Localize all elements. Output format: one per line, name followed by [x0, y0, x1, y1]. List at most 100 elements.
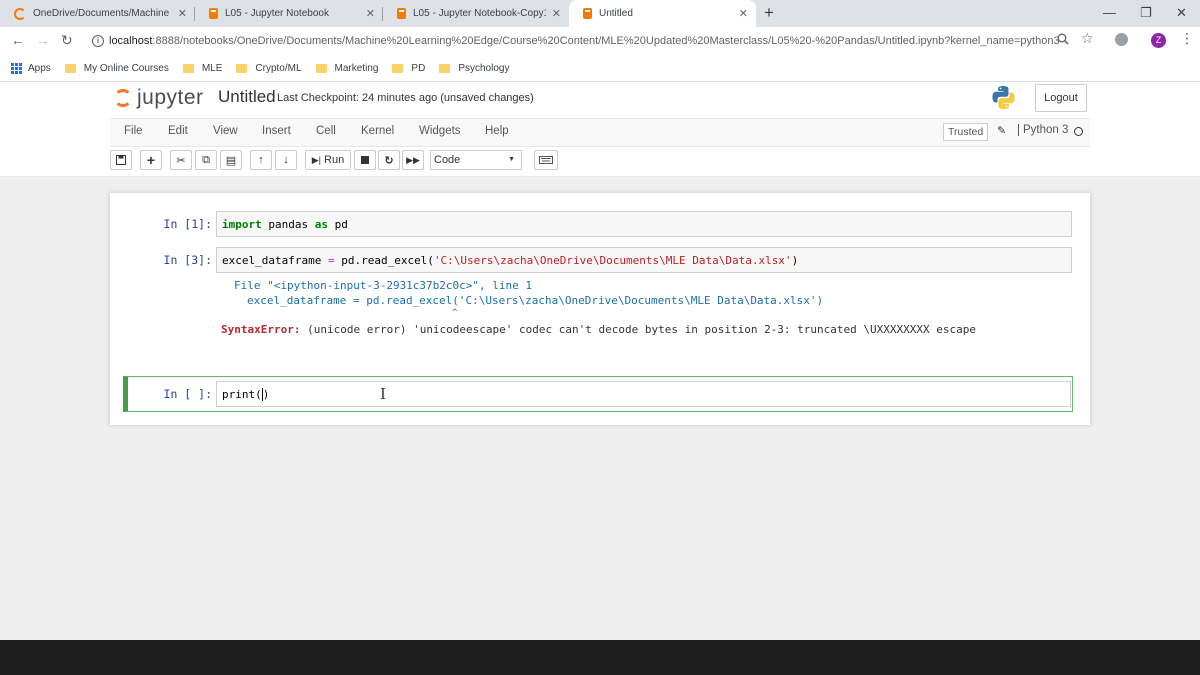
- code-token: print(: [222, 388, 262, 401]
- code-token: excel_dataframe: [222, 254, 328, 267]
- folder-icon: [315, 64, 327, 73]
- bookmark-star-icon[interactable]: ☆: [1081, 30, 1094, 47]
- cut-icon[interactable]: ✂: [170, 150, 192, 170]
- cell-type-select[interactable]: Code ▼: [430, 150, 522, 170]
- folder-icon: [236, 64, 248, 73]
- tab-close-icon[interactable]: ✕: [178, 7, 187, 20]
- extension-icon[interactable]: [1115, 33, 1128, 46]
- bookmark-folder[interactable]: My Online Courses: [64, 63, 169, 74]
- cell-prompt: In [3]:: [163, 253, 212, 267]
- folder-icon: [392, 64, 404, 73]
- bookmark-folder[interactable]: Marketing: [315, 63, 379, 74]
- kernel-idle-icon: [1074, 127, 1083, 136]
- menu-view[interactable]: View: [213, 125, 238, 137]
- bookmark-label: Marketing: [334, 63, 379, 74]
- code-cell-input[interactable]: import pandas as pd: [216, 211, 1072, 237]
- run-label: Run: [324, 154, 345, 166]
- notebook-icon: [209, 8, 218, 19]
- bookmark-folder[interactable]: MLE: [182, 63, 222, 74]
- browser-tab[interactable]: OneDrive/Documents/Machine L ✕: [0, 0, 195, 27]
- taskbar-strip: [0, 640, 1200, 675]
- cell-prompt: In [1]:: [163, 217, 212, 231]
- reload-icon[interactable]: ↻: [61, 32, 73, 49]
- browser-tab[interactable]: L05 - Jupyter Notebook ✕: [195, 0, 383, 27]
- cell-type-value: Code: [434, 154, 461, 166]
- bookmark-folder[interactable]: Psychology: [439, 63, 509, 74]
- menu-kernel[interactable]: Kernel: [361, 125, 394, 137]
- jupyter-logo-icon: [114, 89, 132, 107]
- jupyter-logo[interactable]: jupyter: [114, 86, 204, 110]
- new-tab-button[interactable]: +: [764, 3, 774, 23]
- browser-tab-active[interactable]: Untitled ✕: [569, 0, 756, 27]
- profile-avatar[interactable]: Z: [1151, 33, 1166, 48]
- tab-title: L05 - Jupyter Notebook-Copy1: [413, 8, 546, 19]
- browser-tab-strip: OneDrive/Documents/Machine L ✕ L05 - Jup…: [0, 0, 1200, 27]
- logout-button[interactable]: Logout: [1035, 84, 1087, 112]
- code-cell-input[interactable]: excel_dataframe = pd.read_excel('C:\User…: [216, 247, 1072, 273]
- code-cell-input-active[interactable]: print(): [216, 381, 1071, 407]
- jupyter-wordmark: jupyter: [137, 86, 204, 109]
- minimize-icon[interactable]: —: [1103, 5, 1116, 20]
- menu-insert[interactable]: Insert: [262, 125, 291, 137]
- browser-menu-icon[interactable]: ⋮: [1180, 30, 1194, 47]
- menu-cell[interactable]: Cell: [316, 125, 336, 137]
- address-bar[interactable]: i localhost:8888/notebooks/OneDrive/Docu…: [84, 30, 1104, 52]
- run-button[interactable]: ▶| Run: [305, 150, 351, 170]
- tab-close-icon[interactable]: ✕: [552, 7, 561, 20]
- bookmark-label: PD: [411, 63, 426, 74]
- menu-help[interactable]: Help: [485, 125, 509, 137]
- apps-grid-icon: [11, 63, 22, 74]
- run-icon: ▶|: [311, 154, 322, 165]
- move-down-icon[interactable]: ↓: [275, 150, 297, 170]
- pencil-icon[interactable]: ✎: [997, 124, 1006, 137]
- site-info-icon[interactable]: i: [92, 35, 104, 47]
- kernel-name[interactable]: Python 3: [1018, 124, 1068, 136]
- forward-icon[interactable]: →: [36, 32, 50, 48]
- menu-edit[interactable]: Edit: [168, 125, 188, 137]
- interrupt-icon[interactable]: [354, 150, 376, 170]
- save-icon[interactable]: [110, 150, 132, 170]
- bookmark-label: Psychology: [458, 63, 510, 74]
- error-type: SyntaxError:: [221, 323, 301, 336]
- notebook-name[interactable]: Untitled: [218, 87, 276, 107]
- paste-icon[interactable]: ▤: [220, 150, 242, 170]
- checkpoint-status: Last Checkpoint: 24 minutes ago (unsaved…: [277, 92, 534, 104]
- folder-icon: [439, 64, 451, 73]
- bookmark-folder[interactable]: PD: [392, 63, 425, 74]
- code-string: 'C:\Users\zacha\OneDrive\Documents\MLE D…: [433, 254, 792, 267]
- restart-icon[interactable]: ↻: [378, 150, 400, 170]
- error-message: (unicode error) 'unicodeescape' codec ca…: [300, 323, 976, 336]
- command-palette-icon[interactable]: [534, 150, 558, 170]
- tab-close-icon[interactable]: ✕: [739, 7, 748, 20]
- menu-file[interactable]: File: [124, 125, 143, 137]
- close-window-icon[interactable]: ✕: [1176, 5, 1187, 21]
- copy-icon[interactable]: ⧉: [195, 150, 217, 170]
- bookmark-label: Apps: [28, 63, 51, 74]
- back-icon[interactable]: ←: [11, 32, 25, 48]
- traceback-file-line: File "<ipython-input-3-2931c37b2c0c>", l…: [234, 279, 533, 292]
- bookmark-apps[interactable]: Apps: [0, 63, 51, 74]
- text-cursor-icon: I: [380, 385, 386, 403]
- dropdown-arrow-icon: ▼: [508, 156, 515, 163]
- browser-toolbar: ← → ↻ i localhost:8888/notebooks/OneDriv…: [0, 27, 1200, 56]
- browser-tab[interactable]: L05 - Jupyter Notebook-Copy1 ✕: [383, 0, 569, 27]
- url-host: localhost: [109, 35, 153, 47]
- menu-widgets[interactable]: Widgets: [419, 125, 461, 137]
- bookmarks-bar: Apps My Online Courses MLE Crypto/ML Mar…: [0, 56, 1200, 82]
- restart-run-all-icon[interactable]: ▶▶: [402, 150, 424, 170]
- tab-close-icon[interactable]: ✕: [366, 7, 375, 20]
- notebook-icon: [397, 8, 406, 19]
- tab-title: OneDrive/Documents/Machine L: [33, 8, 172, 19]
- trusted-indicator[interactable]: Trusted: [943, 123, 989, 141]
- loading-spinner-icon: [14, 7, 26, 20]
- error-output: SyntaxError: (unicode error) 'unicodeesc…: [221, 323, 976, 336]
- traceback-code-line: excel_dataframe = pd.read_excel('C:\User…: [247, 294, 824, 307]
- bookmark-label: My Online Courses: [83, 63, 169, 74]
- bookmark-label: Crypto/ML: [255, 63, 302, 74]
- restore-icon[interactable]: ❐: [1140, 5, 1152, 21]
- insert-cell-icon[interactable]: +: [140, 150, 162, 170]
- tab-title: Untitled: [599, 8, 633, 19]
- bookmark-folder[interactable]: Crypto/ML: [236, 63, 302, 74]
- zoom-icon[interactable]: [1057, 33, 1069, 45]
- move-up-icon[interactable]: ↑: [250, 150, 272, 170]
